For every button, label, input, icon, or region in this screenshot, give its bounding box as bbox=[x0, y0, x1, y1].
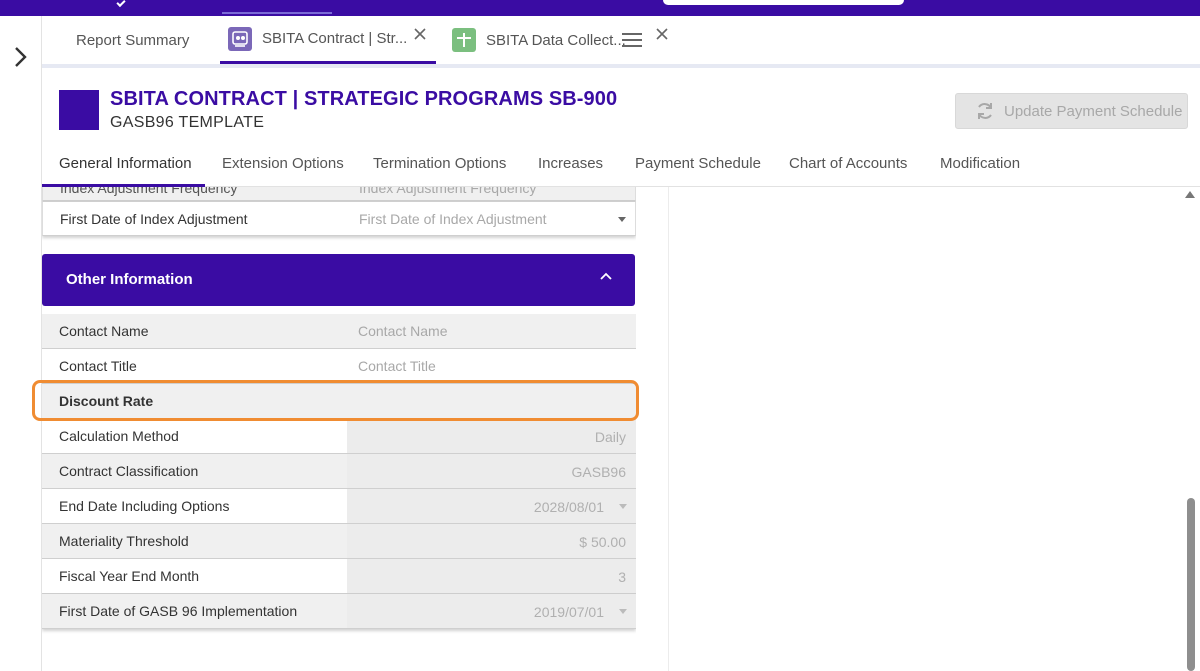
scroll-up-arrow[interactable] bbox=[1185, 191, 1195, 198]
readonly-cell: Daily bbox=[347, 419, 636, 453]
chevron-up-icon[interactable] bbox=[599, 269, 613, 283]
refresh-icon bbox=[978, 103, 992, 119]
first-date-index-adjustment-field[interactable]: First Date of Index Adjustment First Dat… bbox=[42, 201, 636, 236]
chevron-down-icon bbox=[619, 504, 627, 509]
tab-menu-button[interactable] bbox=[622, 33, 642, 49]
update-button-label: Update Payment Schedule bbox=[1004, 102, 1183, 120]
end-date-including-options-field: End Date Including Options 2028/08/01 bbox=[42, 489, 636, 524]
chevron-right-icon bbox=[15, 47, 27, 67]
general-information-form: Index Adjustment Frequency Index Adjustm… bbox=[42, 187, 636, 671]
tab-increases[interactable]: Increases bbox=[538, 155, 603, 172]
expand-sidebar-button[interactable] bbox=[10, 44, 32, 70]
readonly-cell: 2028/08/01 bbox=[347, 489, 636, 523]
contact-title-field[interactable]: Contact Title Contact Title bbox=[42, 349, 636, 384]
contract-classification-field: Contract Classification GASB96 bbox=[42, 454, 636, 489]
field-value: 3 bbox=[618, 569, 626, 585]
close-tab-data-button[interactable] bbox=[654, 26, 670, 42]
chevron-down-icon[interactable] bbox=[618, 217, 626, 222]
field-label: First Date of GASB 96 Implementation bbox=[59, 603, 298, 619]
tab-payment-schedule[interactable]: Payment Schedule bbox=[635, 155, 761, 172]
field-label: Contract Classification bbox=[59, 463, 199, 479]
field-placeholder: Contact Title bbox=[358, 358, 436, 374]
field-label: Materiality Threshold bbox=[59, 533, 189, 549]
global-search-input[interactable] bbox=[663, 0, 904, 5]
contract-icon bbox=[228, 26, 252, 51]
section-tabs: General Information Extension Options Te… bbox=[42, 150, 1200, 187]
fiscal-year-end-month-field: Fiscal Year End Month 3 bbox=[42, 559, 636, 594]
vertical-scrollbar-thumb[interactable] bbox=[1187, 498, 1195, 671]
page-title: SBITA CONTRACT | STRATEGIC PROGRAMS SB-9… bbox=[110, 88, 618, 110]
contact-name-field[interactable]: Contact Name Contact Name bbox=[42, 314, 636, 349]
tab-label: SBITA Contract | Str... bbox=[262, 30, 408, 47]
readonly-cell: 2019/07/01 bbox=[347, 594, 636, 628]
tab-extension-options[interactable]: Extension Options bbox=[222, 155, 344, 172]
table-icon bbox=[452, 28, 476, 52]
close-tab-contract-button[interactable] bbox=[412, 26, 428, 42]
tab-label: Report Summary bbox=[76, 31, 190, 49]
field-label: Index Adjustment Frequency bbox=[60, 187, 238, 196]
first-date-gasb96-implementation-field: First Date of GASB 96 Implementation 201… bbox=[42, 594, 636, 629]
close-icon bbox=[414, 28, 426, 40]
field-value: Daily bbox=[594, 429, 626, 445]
field-value: 2028/08/01 bbox=[533, 499, 604, 515]
tab-sbita-data-collection[interactable]: SBITA Data Collect... bbox=[444, 16, 684, 64]
active-nav-indicator bbox=[222, 12, 332, 14]
other-information-header[interactable]: Other Information bbox=[42, 254, 635, 306]
field-label: Contact Title bbox=[59, 358, 137, 374]
field-value: $ 50.00 bbox=[579, 534, 626, 550]
readonly-cell: $ 50.00 bbox=[347, 524, 636, 558]
field-placeholder: Contact Name bbox=[358, 323, 448, 339]
tabs-divider bbox=[42, 64, 1200, 68]
app-top-bar bbox=[0, 0, 1200, 16]
left-rail bbox=[0, 16, 42, 671]
page-subtitle: GASB96 TEMPLATE bbox=[110, 114, 265, 131]
field-placeholder: First Date of Index Adjustment bbox=[359, 210, 547, 227]
chevron-down-icon bbox=[619, 609, 627, 614]
chevron-down-icon[interactable] bbox=[116, 0, 126, 8]
document-tabs: Report Summary SBITA Contract | Str... S… bbox=[42, 16, 1200, 64]
hamburger-icon bbox=[622, 33, 642, 35]
field-label: Contact Name bbox=[59, 323, 149, 339]
update-payment-schedule-button[interactable]: Update Payment Schedule bbox=[955, 93, 1188, 129]
field-label: Fiscal Year End Month bbox=[59, 568, 200, 584]
materiality-threshold-field: Materiality Threshold $ 50.00 bbox=[42, 524, 636, 559]
discount-rate-subheader: Discount Rate bbox=[42, 384, 636, 419]
field-value: GASB96 bbox=[571, 464, 626, 480]
tab-report-summary[interactable]: Report Summary bbox=[76, 16, 189, 64]
detail-panel bbox=[668, 187, 1200, 671]
field-label: First Date of Index Adjustment bbox=[60, 210, 248, 227]
tab-sbita-contract[interactable]: SBITA Contract | Str... bbox=[220, 16, 436, 64]
record-color-swatch bbox=[59, 90, 99, 130]
field-placeholder: Index Adjustment Frequency bbox=[359, 187, 537, 196]
calculation-method-field: Calculation Method Daily bbox=[42, 419, 636, 454]
tab-modification[interactable]: Modification bbox=[940, 155, 1020, 172]
tab-termination-options[interactable]: Termination Options bbox=[373, 155, 506, 172]
readonly-cell: 3 bbox=[347, 559, 636, 593]
readonly-cell: GASB96 bbox=[347, 454, 636, 488]
field-label: Calculation Method bbox=[59, 428, 179, 444]
subsection-title: Discount Rate bbox=[59, 393, 154, 409]
tab-chart-of-accounts[interactable]: Chart of Accounts bbox=[789, 155, 907, 172]
field-value: 2019/07/01 bbox=[533, 604, 604, 620]
field-label: End Date Including Options bbox=[59, 498, 230, 514]
tab-label: SBITA Data Collect... bbox=[486, 31, 626, 49]
section-title: Other Information bbox=[66, 271, 193, 288]
tab-general-information[interactable]: General Information bbox=[59, 155, 192, 172]
close-icon bbox=[656, 28, 668, 40]
index-adjustment-frequency-row[interactable]: Index Adjustment Frequency Index Adjustm… bbox=[42, 187, 636, 201]
